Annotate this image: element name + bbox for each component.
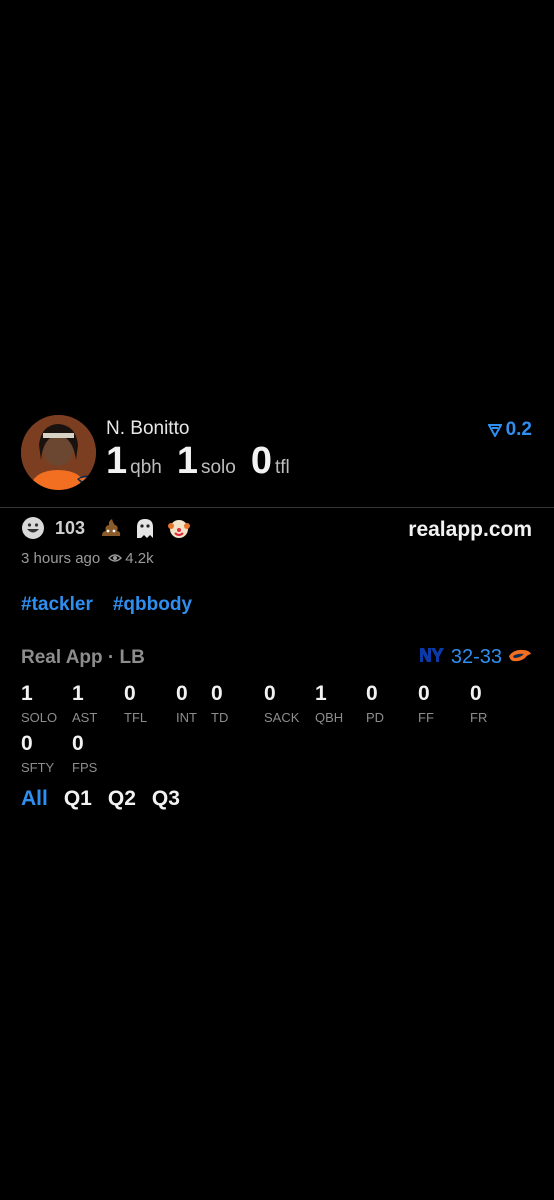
view-count: 4.2k	[125, 550, 154, 567]
stat-cell: 1 AST	[72, 682, 112, 725]
stat-label: TD	[211, 710, 229, 725]
stat-cell: 0 TFL	[124, 682, 164, 725]
player-avatar[interactable]	[21, 415, 96, 490]
quarter-tabs: All Q1 Q2 Q3	[21, 787, 180, 811]
stat-label: AST	[72, 710, 98, 725]
tab-q2[interactable]: Q2	[108, 787, 136, 811]
divider	[0, 507, 554, 508]
reaction-count: 103	[55, 517, 86, 538]
headline-stat-value: 0	[250, 440, 272, 482]
stat-value: 0	[72, 732, 84, 755]
player-name[interactable]: N. Bonitto	[106, 418, 189, 440]
stat-label: SACK	[264, 710, 300, 725]
stat-value: 1	[21, 682, 33, 705]
stat-cell: 1 SOLO	[21, 682, 61, 725]
stat-label: SOLO	[21, 710, 58, 725]
grinning-face-emoji-icon[interactable]	[21, 516, 45, 540]
stat-value: 0	[366, 682, 378, 705]
stat-cell: 0 FPS	[72, 732, 112, 775]
headline-stat-value: 1	[106, 440, 128, 482]
ny-logo-icon	[419, 645, 445, 670]
stat-label: FPS	[72, 760, 98, 775]
stat-cell: 1 QBH	[315, 682, 355, 725]
stat-value: 0	[418, 682, 430, 705]
hashtags: #tackler #qbbody	[21, 594, 192, 616]
stat-value: 1	[72, 682, 84, 705]
headline-stat-value: 1	[176, 440, 198, 482]
poop-emoji-icon[interactable]	[99, 516, 123, 540]
stat-label: FR	[470, 710, 488, 725]
stat-cell: 0 SFTY	[21, 732, 61, 775]
stat-value: 0	[264, 682, 276, 705]
stat-cell: 0 TD	[211, 682, 251, 725]
stat-label: SFTY	[21, 760, 55, 775]
stat-value: 0	[124, 682, 136, 705]
headline-stat-label: tfl	[274, 457, 290, 478]
stat-cell: 0 FR	[470, 682, 510, 725]
value-badge[interactable]: 0.2	[487, 419, 532, 441]
stat-cell: 0 FF	[418, 682, 458, 725]
value-icon	[487, 424, 502, 437]
stat-cell: 0 PD	[366, 682, 406, 725]
hashtag-link[interactable]: #tackler	[21, 594, 93, 616]
tab-all[interactable]: All	[21, 787, 48, 811]
stat-label: INT	[176, 710, 197, 725]
reactions-bar: 103	[21, 516, 201, 540]
ghost-emoji-icon[interactable]	[133, 516, 157, 540]
stat-value: 0	[21, 732, 33, 755]
stat-label: QBH	[315, 710, 344, 725]
headline-stats: 1 qbh 1 solo 0 tfl	[106, 440, 305, 483]
stat-label: FF	[418, 710, 434, 725]
headline-stat-label: qbh	[130, 457, 162, 478]
stat-cell: 0 SACK	[264, 682, 304, 725]
stat-label: TFL	[124, 710, 148, 725]
eye-icon	[108, 550, 123, 567]
stat-value: 1	[315, 682, 327, 705]
headline-stat-label: solo	[200, 457, 236, 478]
stat-value: 0	[176, 682, 188, 705]
score-text: 32-33	[450, 646, 502, 668]
stat-cell: 0 INT	[176, 682, 216, 725]
hashtag-link[interactable]: #qbbody	[113, 594, 192, 616]
stat-label: PD	[366, 710, 385, 725]
broncos-logo-icon	[508, 647, 532, 668]
stats-source: Real App · LB	[21, 647, 145, 668]
site-link[interactable]: realapp.com	[408, 518, 532, 542]
tab-q3[interactable]: Q3	[152, 787, 180, 811]
stat-value: 0	[470, 682, 482, 705]
timestamp: 3 hours ago	[21, 550, 101, 567]
post-meta: 3 hours ago 4.2k	[21, 550, 154, 567]
value-text: 0.2	[505, 419, 532, 440]
game-score[interactable]: 32-33	[419, 645, 532, 670]
clown-emoji-icon[interactable]	[167, 516, 191, 540]
tab-q1[interactable]: Q1	[64, 787, 92, 811]
stat-value: 0	[211, 682, 223, 705]
